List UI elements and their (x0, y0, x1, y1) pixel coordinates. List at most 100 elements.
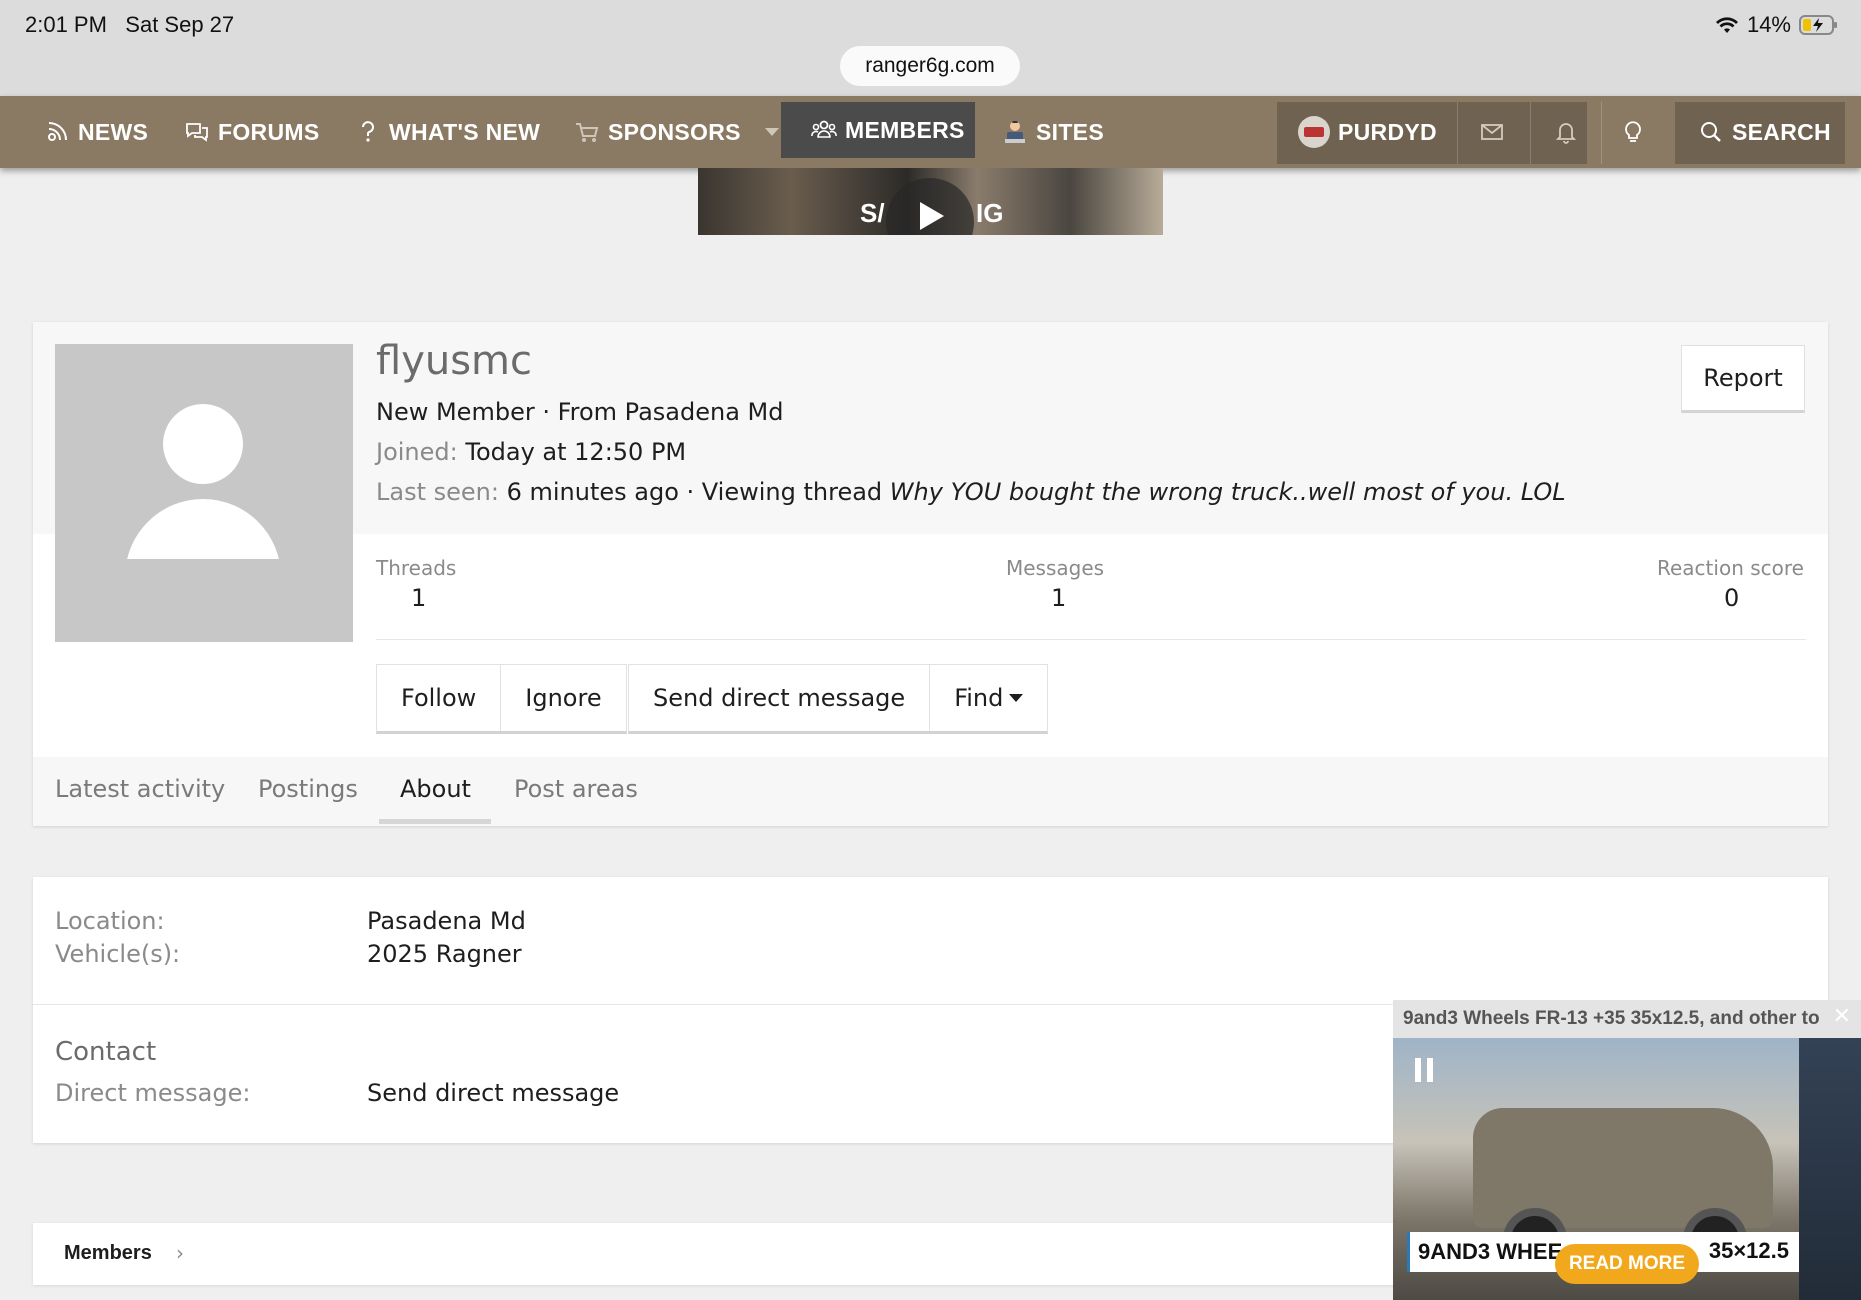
breadcrumb-members[interactable]: Members (64, 1242, 152, 1265)
banner-text-left: S/ (860, 198, 885, 228)
nav-divider (1530, 102, 1531, 164)
send-direct-message-button[interactable]: Send direct message (629, 665, 931, 731)
close-icon[interactable]: ✕ (1833, 1004, 1851, 1029)
chevron-down-icon[interactable] (764, 128, 779, 136)
comments-icon (186, 123, 208, 142)
follow-ignore-group: Follow Ignore (376, 664, 627, 734)
person-at-laptop-icon (1005, 121, 1025, 143)
banner-text-right: IG (976, 198, 1004, 228)
nav-members[interactable]: MEMBERS (781, 102, 975, 158)
profile-username: flyusmc (376, 338, 533, 384)
battery-icon (1799, 15, 1837, 35)
ignore-button[interactable]: Ignore (501, 665, 625, 731)
ad-title[interactable]: 9and3 Wheels FR-13 +35 35x12.5, and othe… (1403, 1008, 1820, 1030)
url-bar[interactable]: ranger6g.com (840, 46, 1020, 86)
date-text: Sat Sep 27 (125, 12, 235, 37)
ad-header: 9and3 Wheels FR-13 +35 35x12.5, and othe… (1393, 1000, 1861, 1038)
nav-news-label: NEWS (78, 118, 149, 145)
profile-avatar (55, 344, 353, 642)
users-icon (811, 120, 837, 138)
tab-postings[interactable]: Postings (258, 775, 358, 803)
reaction-score-value[interactable]: 0 (1724, 584, 1739, 612)
status-bar: 2:01 PM Sat Sep 27 14% ranger6g.com (0, 0, 1861, 96)
tab-post-areas[interactable]: Post areas (514, 775, 638, 803)
nav-user-label: PURDYD (1338, 118, 1437, 145)
direct-message-link[interactable]: Send direct message (367, 1079, 619, 1107)
nav-search-label: SEARCH (1732, 118, 1831, 145)
contact-heading: Contact (55, 1037, 157, 1067)
ad-side-panel (1799, 1038, 1861, 1300)
chevron-right-icon: › (176, 1241, 184, 1265)
messages-value[interactable]: 1 (1051, 584, 1066, 612)
lightbulb-icon (1625, 121, 1641, 142)
bell-icon (1555, 123, 1577, 144)
tab-about[interactable]: About (400, 775, 471, 803)
nav-user[interactable]: PURDYD (1298, 96, 1437, 168)
video-banner[interactable]: S/ IG (698, 168, 1163, 235)
profile-joined: Joined: Today at 12:50 PM (376, 438, 686, 466)
video-ad[interactable]: 9and3 Wheels FR-13 +35 35x12.5, and othe… (1393, 1000, 1861, 1300)
nav-sites-label: SITES (1036, 118, 1104, 145)
last-seen-label: Last seen: (376, 478, 499, 506)
pause-icon[interactable] (1415, 1058, 1435, 1082)
battery-percent: 14% (1746, 12, 1791, 37)
active-tab-indicator (379, 819, 491, 824)
ad-caption-left: 9AND3 WHEE (1418, 1239, 1563, 1264)
vehicle-label: Vehicle(s): (55, 940, 181, 968)
joined-value: Today at 12:50 PM (465, 438, 687, 466)
ad-caption-right: 35×12.5 (1708, 1238, 1789, 1263)
nav-whats-new-label: WHAT'S NEW (389, 118, 541, 145)
avatar-head (163, 404, 243, 484)
joined-label: Joined: (376, 438, 458, 466)
avatar-shape (115, 559, 295, 619)
nav-whats-new[interactable]: WHAT'S NEW (355, 96, 540, 168)
nav-ideas[interactable] (1620, 96, 1646, 168)
vehicle-value: 2025 Ragner (367, 940, 522, 968)
threads-label: Threads (376, 556, 457, 580)
search-icon (1701, 122, 1721, 142)
reaction-score-label: Reaction score (1657, 556, 1804, 580)
cart-icon (576, 123, 599, 142)
threads-value[interactable]: 1 (411, 584, 426, 612)
last-seen-value: 6 minutes ago · Viewing thread (506, 478, 883, 506)
nav-sites[interactable]: SITES (1002, 96, 1104, 168)
stats-divider (376, 639, 1806, 640)
nav-forums-label: FORUMS (218, 118, 320, 145)
main-nav: NEWS FORUMS WHAT'S NEW SPONSORS MEMBERS … (0, 96, 1861, 168)
nav-divider (1457, 102, 1458, 164)
direct-message-label: Direct message: (55, 1079, 251, 1107)
last-seen-thread-link[interactable]: Why YOU bought the wrong truck..well mos… (890, 478, 1566, 506)
play-icon[interactable] (886, 178, 974, 235)
time-text: 2:01 PM (25, 12, 107, 37)
nav-members-label: MEMBERS (845, 116, 965, 143)
nav-alerts[interactable] (1553, 96, 1579, 168)
find-label: Find (954, 684, 1004, 712)
nav-divider (1601, 102, 1602, 164)
question-icon (362, 121, 374, 142)
message-find-group: Send direct message Find (628, 664, 1049, 734)
follow-button[interactable]: Follow (377, 665, 502, 731)
location-value[interactable]: Pasadena Md (367, 907, 526, 935)
tab-latest-activity[interactable]: Latest activity (55, 775, 225, 803)
nav-search[interactable]: SEARCH (1698, 96, 1831, 168)
caret-down-icon (1009, 694, 1024, 702)
nav-news[interactable]: NEWS (44, 96, 148, 168)
profile-last-seen: Last seen: 6 minutes ago · Viewing threa… (376, 478, 1566, 506)
profile-tabs: Latest activity Postings About Post area… (33, 757, 1828, 826)
profile-card: flyusmc New Member · From Pasadena Md Jo… (33, 322, 1828, 826)
read-more-button[interactable]: READ MORE (1555, 1244, 1699, 1284)
status-time: 2:01 PM Sat Sep 27 (25, 12, 234, 38)
wifi-icon (1715, 17, 1738, 33)
report-button[interactable]: Report (1681, 345, 1805, 413)
nav-inbox[interactable] (1479, 96, 1505, 168)
messages-label: Messages (1006, 556, 1105, 580)
rss-icon (48, 122, 67, 141)
avatar (1298, 116, 1330, 148)
location-label: Location: (55, 907, 165, 935)
nav-sponsors-label: SPONSORS (608, 118, 741, 145)
find-button[interactable]: Find (930, 665, 1047, 731)
nav-sponsors[interactable]: SPONSORS (574, 96, 779, 168)
nav-forums[interactable]: FORUMS (184, 96, 319, 168)
envelope-icon (1481, 124, 1503, 140)
status-right: 14% (1715, 12, 1839, 38)
